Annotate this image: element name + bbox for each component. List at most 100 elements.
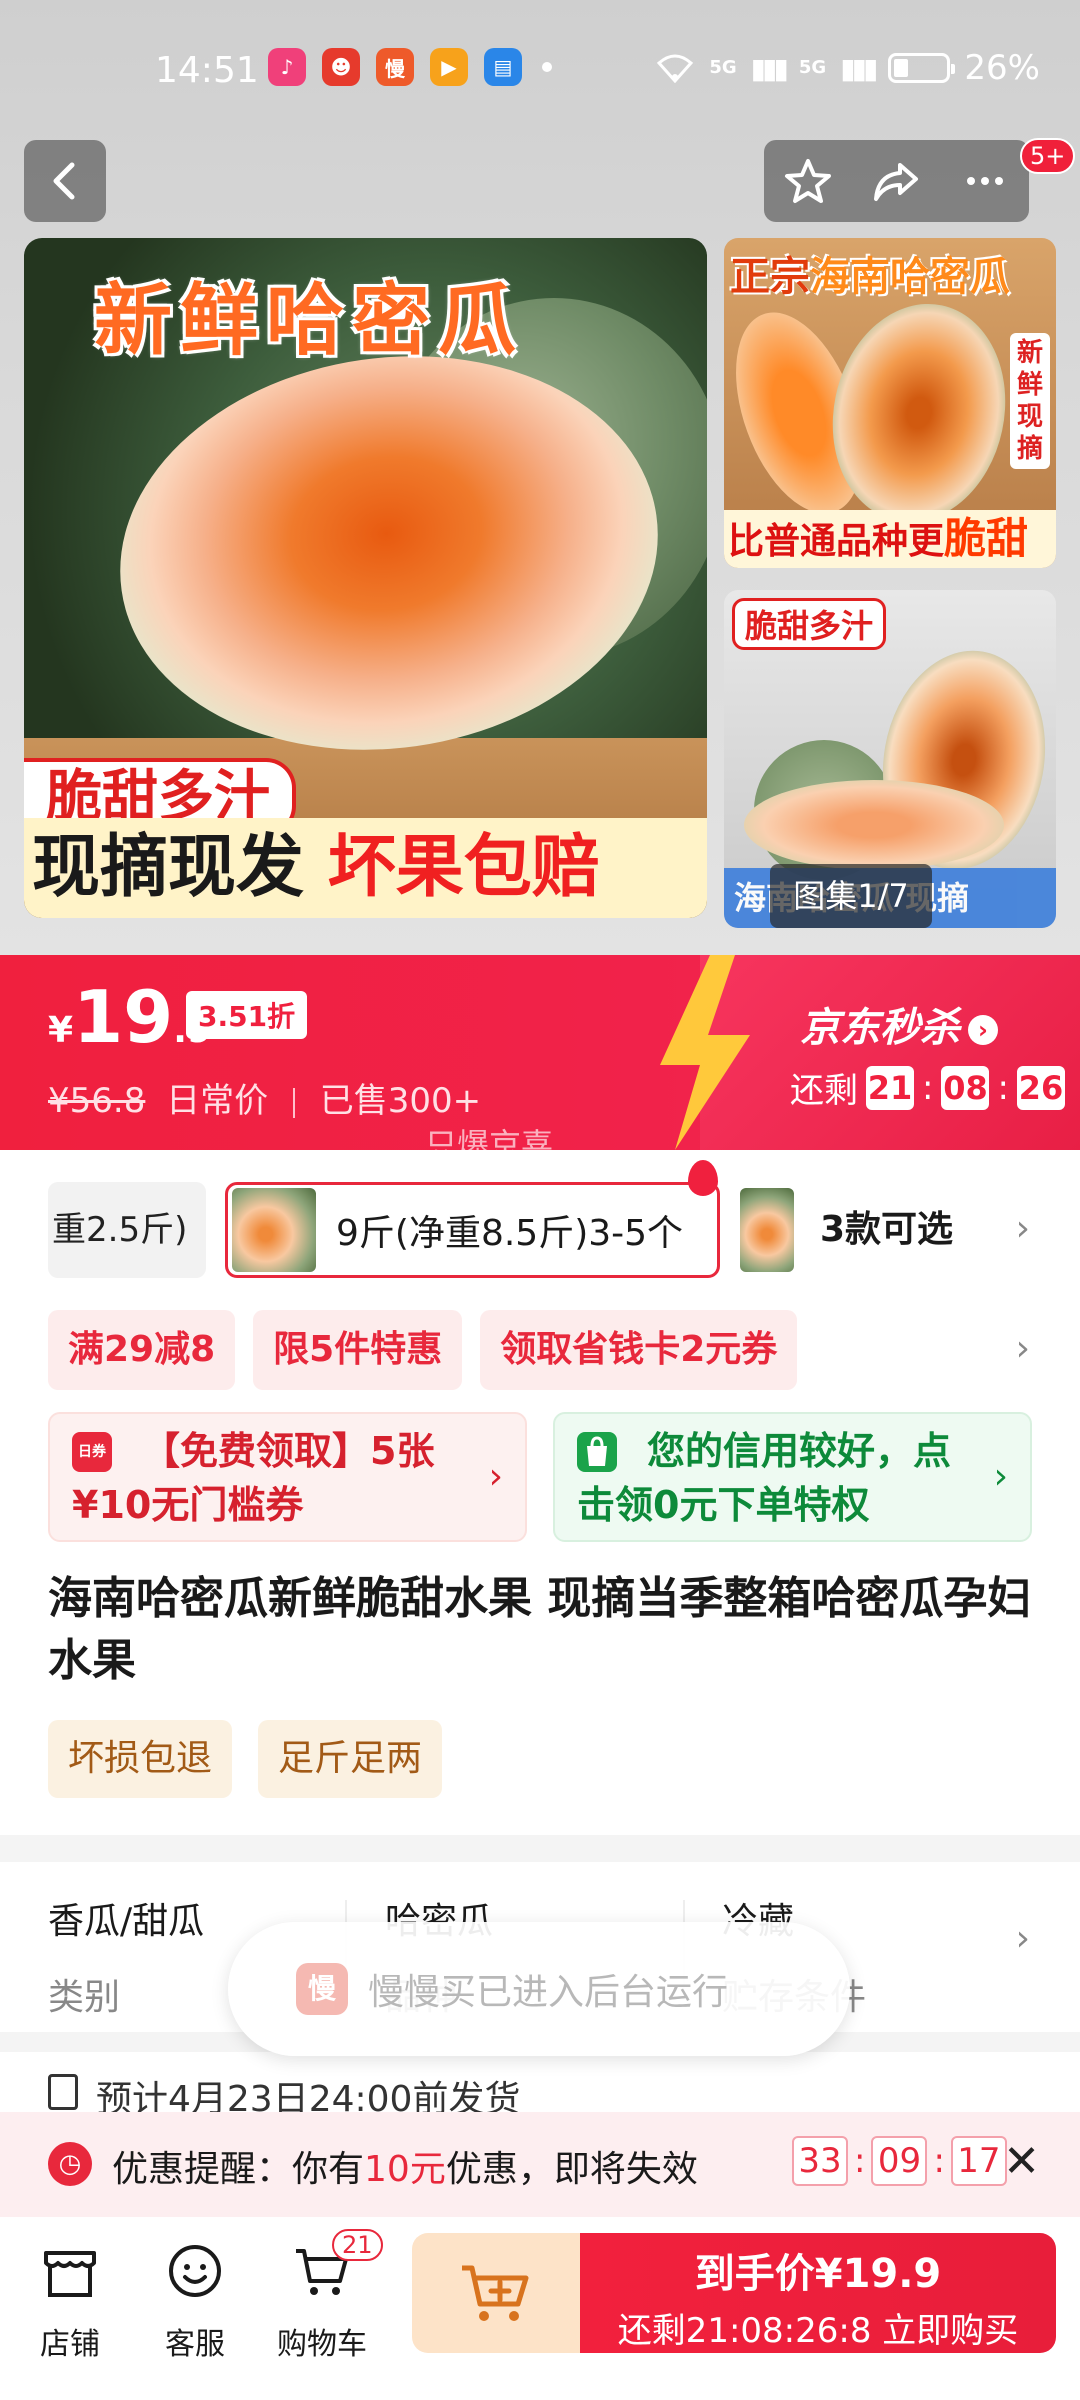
share-icon[interactable]	[870, 155, 922, 207]
app-notification-icon: 慢	[376, 48, 414, 86]
discount-reminder-bar[interactable]: ◷ 优惠提醒：你有10元优惠，即将失效 33 : 09 : 17 ✕	[0, 2112, 1080, 2217]
reminder-suffix: 优惠，即将失效	[445, 2149, 698, 2190]
lightning-icon	[660, 955, 750, 1150]
service-label: 客服	[165, 2327, 225, 2362]
free-coupon-card[interactable]: 日券 【免费领取】5张¥10无门槛券 ›	[48, 1412, 527, 1542]
background-toast: 慢 慢慢买已进入后台运行	[228, 1922, 850, 2056]
watermark-text: 只爆京喜	[425, 1126, 554, 1164]
chevron-right-icon[interactable]: ›	[1016, 1918, 1030, 1959]
spec-key: 类别	[48, 1977, 121, 2018]
status-bar: 14:51 ♪ ☻ 慢 ▶ ▤ 5G ▮▮▮ 5G ▮▮▮ 26%	[0, 40, 1080, 100]
chevron-right-icon[interactable]: ›	[1016, 1328, 1030, 1369]
hot-icon	[688, 1160, 718, 1196]
gallery-counter[interactable]: 图集1/7	[770, 864, 932, 928]
countdown-label: 还剩	[790, 1071, 858, 1111]
sku-selector: 重2.5斤) 9斤(净重8.5斤)3-5个 3款可选 ›	[0, 1160, 1080, 1282]
sold-count: 已售300+	[319, 1081, 482, 1121]
thumbnail-title: 正宗海南哈密瓜	[730, 244, 1010, 302]
chevron-right-icon: ›	[993, 1456, 1008, 1497]
wifi-icon	[657, 54, 694, 83]
countdown-minutes: 09	[871, 2136, 928, 2186]
countdown-colon: :	[997, 1067, 1009, 1108]
buy-now-button[interactable]: 到手价¥19.9 还剩21:08:26:8 立即购买	[580, 2233, 1056, 2353]
countdown-colon: :	[933, 2141, 945, 2181]
store-label: 店铺	[40, 2327, 100, 2362]
spec-value: 香瓜/甜瓜	[48, 1901, 205, 1942]
coupon-card-text: 【免费领取】5张¥10无门槛券	[72, 1429, 435, 1527]
countdown-hours: 21	[866, 1065, 914, 1110]
seckill-countdown: 还剩 21 : 08 : 26	[790, 1063, 1065, 1112]
service-tag[interactable]: 足斤足两	[258, 1720, 443, 1798]
star-icon[interactable]	[782, 155, 834, 207]
image-banner: 现摘现发 坏果包赔	[24, 818, 707, 918]
countdown-minutes: 08	[941, 1065, 990, 1110]
countdown-seconds: 17	[950, 2136, 1007, 2186]
service-tags: 坏损包退 足斤足两	[48, 1720, 443, 1798]
back-button[interactable]	[24, 140, 106, 222]
benefit-cards: 日券 【免费领取】5张¥10无门槛券 › 您的信用较好，点击领0元下单特权 ›	[48, 1412, 1032, 1542]
price-integer: 19	[73, 975, 174, 1059]
thumbnail-title-b: 海南哈密瓜	[810, 254, 1010, 300]
more-icon[interactable]	[959, 155, 1011, 207]
sku-more-options[interactable]: 3款可选	[820, 1182, 953, 1278]
shipping-text: 预计4月23日24:00前发货	[96, 2079, 521, 2112]
clock-icon: ◷	[48, 2142, 92, 2186]
countdown-seconds: 26	[1016, 1065, 1065, 1110]
divider	[292, 1087, 295, 1118]
app-notification-icon: ♪	[268, 48, 306, 86]
status-time: 14:51	[155, 50, 259, 91]
service-tag[interactable]: 坏损包退	[48, 1720, 233, 1798]
sku-thumbnail	[232, 1188, 316, 1272]
store-icon	[44, 2251, 96, 2297]
cart-label: 购物车	[277, 2327, 367, 2362]
image-headline: 新鲜哈密瓜	[94, 276, 525, 366]
document-icon	[48, 2074, 78, 2110]
countdown-colon: :	[922, 1067, 934, 1108]
promo-tag[interactable]: 领取省钱卡2元券	[480, 1310, 798, 1390]
main-product-image[interactable]: 新鲜哈密瓜 脆甜多汁 现摘现发 坏果包赔	[24, 238, 707, 918]
credit-privilege-card[interactable]: 您的信用较好，点击领0元下单特权 ›	[553, 1412, 1032, 1542]
seckill-link[interactable]: 京东秒杀 ›	[800, 995, 998, 1053]
chevron-right-icon: ›	[968, 1015, 998, 1045]
gallery-thumbnail-1[interactable]: 正宗海南哈密瓜 新鲜现摘 比普通品种更脆甜	[724, 238, 1056, 568]
promotion-tags: 满29减8 限5件特惠 领取省钱卡2元券	[48, 1310, 798, 1390]
shipping-card[interactable]: 预计4月23日24:00前发货	[0, 2052, 1080, 2112]
app-notification-icon: ▤	[484, 48, 522, 86]
store-button[interactable]: 店铺	[10, 2241, 130, 2363]
buy-price: 到手价¥19.9	[694, 2251, 942, 2297]
original-price: ¥56.8	[48, 1081, 146, 1121]
image-banner-red: 坏果包赔	[327, 828, 600, 907]
spec-item: 香瓜/甜瓜 类别	[48, 1892, 204, 2020]
smiley-icon	[169, 2245, 221, 2297]
price-meta: ¥56.8 日常价 已售300+	[48, 1073, 481, 1122]
thumbnail-vertical-tag: 新鲜现摘	[1010, 333, 1050, 469]
chevron-left-icon	[53, 162, 75, 200]
sku-option[interactable]: 重2.5斤)	[48, 1182, 206, 1278]
sku-option-selected[interactable]: 9斤(净重8.5斤)3-5个	[225, 1182, 720, 1278]
credit-card-text: 您的信用较好，点击领0元下单特权	[577, 1429, 952, 1527]
reminder-text: 优惠提醒：你有10元优惠，即将失效	[112, 2140, 698, 2192]
close-icon[interactable]: ✕	[1003, 2136, 1040, 2187]
sku-selected-label: 9斤(净重8.5斤)3-5个	[336, 1213, 684, 1254]
promo-tag[interactable]: 满29减8	[48, 1310, 236, 1390]
signal-bars-icon: ▮▮▮	[750, 51, 789, 85]
product-info-card: 重2.5斤) 9斤(净重8.5斤)3-5个 3款可选 › 满29减8 限5件特惠…	[0, 1150, 1080, 1835]
battery-icon	[888, 53, 956, 83]
header-actions	[764, 140, 1029, 222]
reminder-prefix: 优惠提醒：你有	[112, 2149, 365, 2190]
product-gallery[interactable]: 14:51 ♪ ☻ 慢 ▶ ▤ 5G ▮▮▮ 5G ▮▮▮ 26% 5+ 新鲜哈…	[0, 0, 1080, 955]
signal-2-icon: 5G	[798, 57, 827, 78]
message-badge: 5+	[1020, 138, 1076, 174]
seckill-title: 京东秒杀	[800, 1005, 960, 1051]
add-to-cart-button[interactable]	[412, 2233, 580, 2353]
sku-thumbnail[interactable]	[740, 1188, 794, 1272]
chevron-right-icon: ›	[488, 1456, 503, 1497]
thumbnail-tag: 脆甜多汁	[732, 598, 887, 650]
customer-service-button[interactable]: 客服	[135, 2241, 255, 2363]
price-currency: ¥	[48, 1010, 74, 1051]
chevron-right-icon[interactable]: ›	[1016, 1208, 1030, 1249]
battery-percent: 26%	[964, 48, 1040, 88]
cart-button[interactable]: 21 购物车	[262, 2229, 383, 2363]
reminder-countdown: 33 : 09 : 17	[792, 2136, 1007, 2186]
promo-tag[interactable]: 限5件特惠	[253, 1310, 463, 1390]
